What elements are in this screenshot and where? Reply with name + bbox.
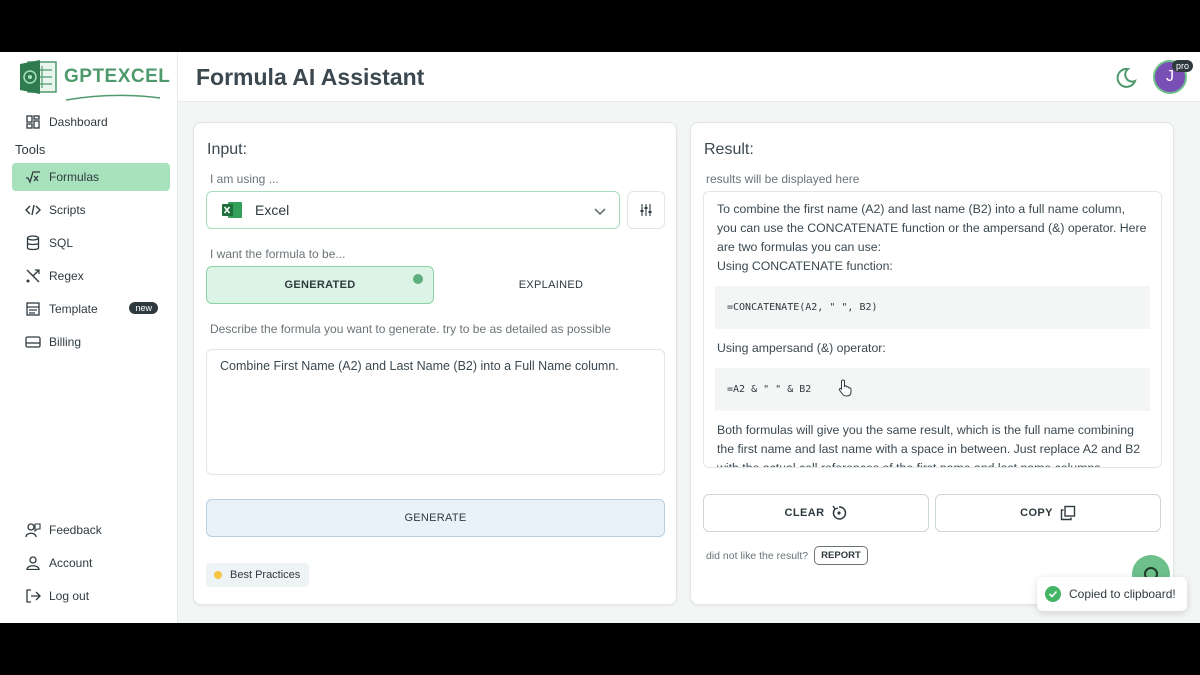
code-icon (24, 201, 42, 219)
chevron-down-icon (594, 208, 606, 216)
code-block-concatenate[interactable]: =CONCATENATE(A2, " ", B2) (715, 286, 1150, 329)
moon-icon[interactable] (1114, 66, 1138, 90)
new-badge: new (129, 302, 158, 314)
sidebar-item-logout[interactable]: Log out (12, 582, 170, 610)
reset-icon (832, 505, 847, 520)
mode-generated-label: GENERATED (284, 279, 356, 291)
sidebar-section-tools: Tools (15, 142, 46, 157)
user-icon (24, 554, 42, 572)
sidebar-item-account[interactable]: Account (12, 549, 170, 577)
sidebar-item-template[interactable]: Template new (12, 295, 170, 323)
sidebar-item-label: Scripts (49, 203, 86, 217)
toast-message: Copied to clipboard! (1069, 587, 1176, 601)
input-title: Input: (207, 141, 248, 158)
result-panel: Result: results will be displayed here T… (690, 122, 1174, 605)
report-row: did not like the result? REPORT (706, 546, 868, 565)
copy-icon (1060, 505, 1076, 521)
sidebar-item-billing[interactable]: Billing (12, 328, 170, 356)
check-icon (413, 274, 423, 284)
sidebar-item-sql[interactable]: SQL (12, 229, 170, 257)
sidebar-item-label: Log out (49, 589, 90, 603)
success-check-icon (1045, 586, 1061, 602)
describe-label: Describe the formula you want to generat… (210, 322, 611, 336)
result-subtitle: results will be displayed here (706, 172, 860, 186)
sidebar-item-label: Billing (49, 335, 82, 349)
database-icon (24, 234, 42, 252)
settings-button[interactable] (627, 191, 665, 229)
sidebar-item-label: SQL (49, 236, 74, 250)
mode-label: I want the formula to be... (210, 247, 346, 261)
toast-notification: Copied to clipboard! (1037, 577, 1187, 611)
excel-icon (222, 202, 242, 218)
sidebar-item-label: Regex (49, 269, 84, 283)
sidebar-item-label: Formulas (49, 170, 100, 184)
sidebar-item-label: Template (49, 302, 98, 316)
code-block-ampersand[interactable]: =A2 & " " & B2 (715, 368, 1150, 411)
sidebar-item-formulas[interactable]: Formulas (12, 163, 170, 191)
card-icon (24, 333, 42, 351)
logout-icon (24, 587, 42, 605)
result-intro: To combine the first name (A2) and last … (717, 202, 1147, 254)
result-outro: Both formulas will give you the same res… (717, 423, 1141, 468)
best-practices-button[interactable]: Best Practices (206, 563, 310, 587)
copy-button[interactable]: COPY (935, 494, 1161, 532)
report-button[interactable]: REPORT (814, 546, 868, 565)
result-method2: Using ampersand (&) operator: (717, 341, 886, 355)
best-practices-label: Best Practices (230, 569, 301, 581)
sqrt-icon (24, 168, 42, 186)
regex-icon (24, 267, 42, 285)
input-panel: Input: I am using ... Excel I want the f… (193, 122, 677, 605)
brand-logo[interactable]: GPTEXCEL (18, 58, 171, 101)
clear-button[interactable]: CLEAR (703, 494, 929, 532)
sidebar-item-scripts[interactable]: Scripts (12, 196, 170, 224)
sliders-icon (640, 204, 652, 216)
top-header: Formula AI Assistant J pro (178, 52, 1200, 102)
result-method1: Using CONCATENATE function: (717, 259, 893, 273)
formula-description-input[interactable]: Combine First Name (A2) and Last Name (B… (206, 349, 665, 475)
bulb-icon (214, 571, 222, 579)
sidebar-item-label: Feedback (49, 523, 102, 537)
sidebar-item-label: Dashboard (49, 115, 108, 129)
app-select[interactable]: Excel (206, 191, 620, 229)
brand-name: GPTEXCEL (64, 66, 171, 87)
clear-label: CLEAR (784, 507, 825, 519)
feedback-text: did not like the result? (706, 549, 809, 562)
page-title: Formula AI Assistant (196, 64, 425, 90)
sidebar: GPTEXCEL Dashboard Tools Formulas Script… (0, 52, 178, 623)
copy-label: COPY (1020, 507, 1053, 519)
hand-cursor-icon (838, 379, 852, 397)
mode-explained-button[interactable]: EXPLAINED (437, 266, 665, 304)
sidebar-item-regex[interactable]: Regex (12, 262, 170, 290)
mode-explained-label: EXPLAINED (518, 279, 584, 291)
mode-generated-button[interactable]: GENERATED (206, 266, 434, 304)
result-title: Result: (704, 141, 754, 158)
app-window: GPTEXCEL Dashboard Tools Formulas Script… (0, 52, 1200, 623)
sidebar-item-label: Account (49, 556, 93, 570)
selected-app: Excel (255, 202, 290, 218)
template-icon (24, 300, 42, 318)
logo-swoosh (65, 94, 161, 101)
sidebar-item-dashboard[interactable]: Dashboard (12, 108, 170, 136)
sidebar-item-feedback[interactable]: Feedback (12, 516, 170, 544)
generate-button[interactable]: GENERATE (206, 499, 665, 537)
pro-badge: pro (1172, 60, 1194, 72)
result-output: To combine the first name (A2) and last … (703, 191, 1162, 468)
excel-logo-icon (20, 60, 57, 94)
feedback-icon (24, 521, 42, 539)
using-label: I am using ... (210, 172, 279, 186)
dashboard-icon (24, 113, 42, 131)
